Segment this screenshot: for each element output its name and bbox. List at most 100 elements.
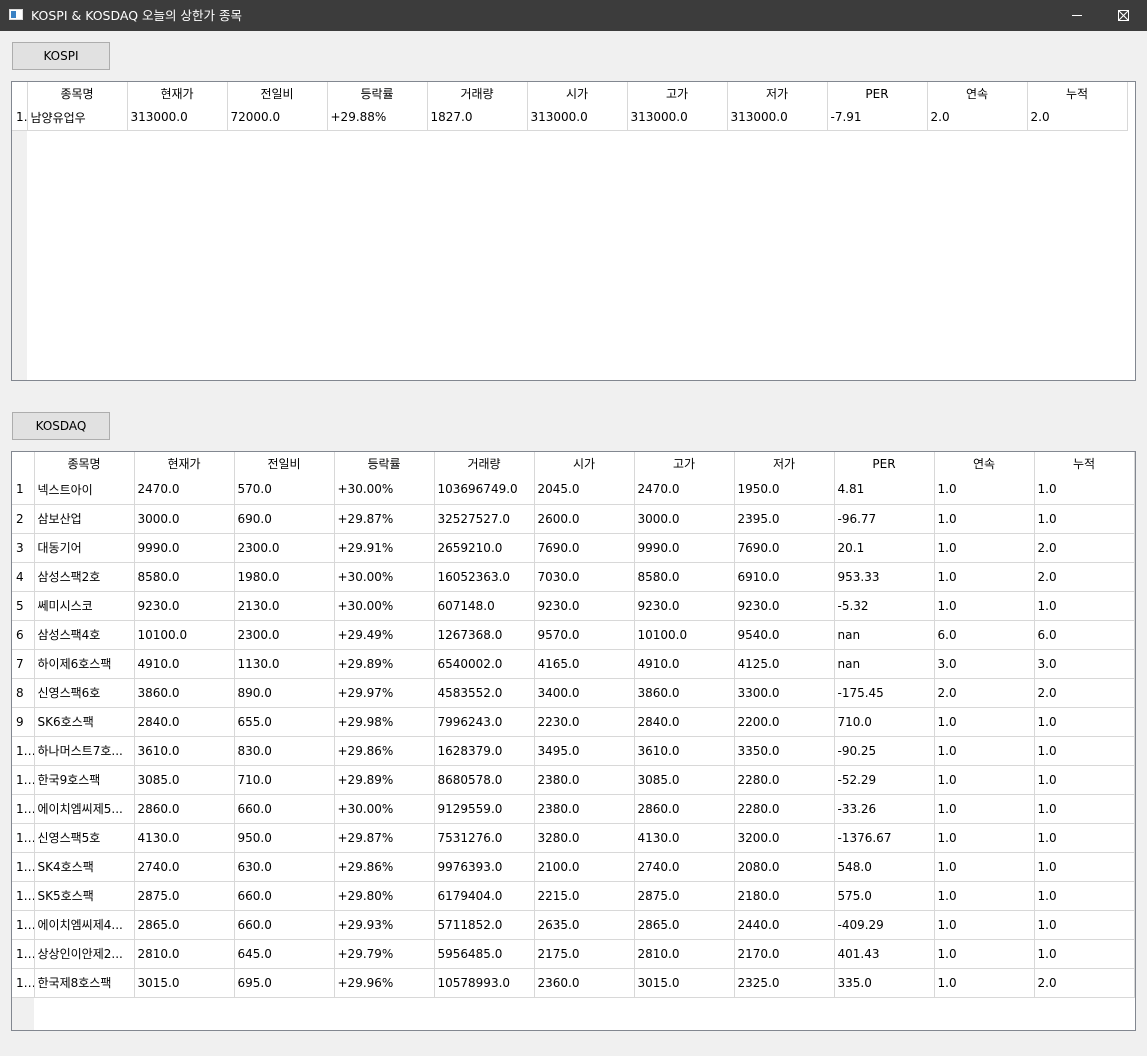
kosdaq-table-cell[interactable]: 3085.0 bbox=[134, 765, 235, 795]
kosdaq-table-cell[interactable]: 한국제8호스팩 bbox=[34, 968, 135, 998]
kosdaq-table-cell[interactable]: 10100.0 bbox=[134, 620, 235, 650]
kosdaq-column-header[interactable]: 전일비 bbox=[234, 452, 335, 475]
kospi-column-header[interactable]: 고가 bbox=[627, 82, 728, 105]
kosdaq-table-cell[interactable]: 1950.0 bbox=[734, 475, 835, 505]
kosdaq-table-cell[interactable]: 2170.0 bbox=[734, 939, 835, 969]
kosdaq-table-cell[interactable]: 3350.0 bbox=[734, 736, 835, 766]
kosdaq-table-cell[interactable]: 3200.0 bbox=[734, 823, 835, 853]
kosdaq-table-cell[interactable]: -96.77 bbox=[834, 504, 935, 534]
kosdaq-table-cell[interactable]: 4.81 bbox=[834, 475, 935, 505]
kosdaq-table-cell[interactable]: +29.91% bbox=[334, 533, 435, 563]
kosdaq-table-cell[interactable]: 2300.0 bbox=[234, 620, 335, 650]
kosdaq-table-cell[interactable]: nan bbox=[834, 649, 935, 679]
kosdaq-table-cell[interactable]: 401.43 bbox=[834, 939, 935, 969]
kosdaq-table-cell[interactable]: 2659210.0 bbox=[434, 533, 535, 563]
kospi-table-cell[interactable]: 313000.0 bbox=[627, 105, 728, 131]
kosdaq-table-cell[interactable]: -1376.67 bbox=[834, 823, 935, 853]
kosdaq-table-cell[interactable]: 575.0 bbox=[834, 881, 935, 911]
kosdaq-table-cell[interactable]: 1.0 bbox=[1034, 794, 1135, 824]
kosdaq-table-cell[interactable]: 1.0 bbox=[1034, 910, 1135, 940]
kosdaq-column-header[interactable]: 연속 bbox=[934, 452, 1035, 475]
kosdaq-column-header[interactable]: 시가 bbox=[534, 452, 635, 475]
kosdaq-table-cell[interactable]: 대동기어 bbox=[34, 533, 135, 563]
kosdaq-table-cell[interactable]: +30.00% bbox=[334, 794, 435, 824]
kosdaq-table-cell[interactable]: 3015.0 bbox=[634, 968, 735, 998]
kosdaq-table-cell[interactable]: 548.0 bbox=[834, 852, 935, 882]
kosdaq-table-cell[interactable]: 2280.0 bbox=[734, 794, 835, 824]
kosdaq-table-cell[interactable]: 2865.0 bbox=[134, 910, 235, 940]
kosdaq-table-cell[interactable]: 570.0 bbox=[234, 475, 335, 505]
kosdaq-table-cell[interactable]: -52.29 bbox=[834, 765, 935, 795]
kosdaq-table-row[interactable]: 6 삼성스팩4호 10100.0 2300.0 +29.49% 1267368.0 9570… bbox=[12, 620, 1135, 650]
kosdaq-table-cell[interactable]: SK5호스팩 bbox=[34, 881, 135, 911]
kosdaq-table-cell[interactable]: 2180.0 bbox=[734, 881, 835, 911]
kosdaq-table-cell[interactable]: 하나머스트7호... bbox=[34, 736, 135, 766]
kosdaq-table-cell[interactable]: 1.0 bbox=[934, 765, 1035, 795]
kosdaq-table-cell[interactable]: 2860.0 bbox=[634, 794, 735, 824]
kosdaq-table-cell[interactable]: 1.0 bbox=[934, 707, 1035, 737]
kosdaq-table-cell[interactable]: 9976393.0 bbox=[434, 852, 535, 882]
kosdaq-table-cell[interactable]: 2.0 bbox=[1034, 533, 1135, 563]
kosdaq-table-cell[interactable]: 2860.0 bbox=[134, 794, 235, 824]
kosdaq-table-cell[interactable]: -5.32 bbox=[834, 591, 935, 621]
kosdaq-table-cell[interactable]: 6910.0 bbox=[734, 562, 835, 592]
kosdaq-table-cell[interactable]: 1.0 bbox=[1034, 736, 1135, 766]
kosdaq-table-cell[interactable]: 2230.0 bbox=[534, 707, 635, 737]
kosdaq-table-row[interactable]: 10 하나머스트7호... 3610.0 830.0 +29.86% 1628379.0 3… bbox=[12, 736, 1135, 766]
kosdaq-table-cell[interactable]: 신영스팩5호 bbox=[34, 823, 135, 853]
kosdaq-table-cell[interactable]: 2175.0 bbox=[534, 939, 635, 969]
kosdaq-table-cell[interactable]: 2300.0 bbox=[234, 533, 335, 563]
kosdaq-table-cell[interactable]: 7531276.0 bbox=[434, 823, 535, 853]
kosdaq-table-cell[interactable]: +29.86% bbox=[334, 852, 435, 882]
kosdaq-table-cell[interactable]: 9230.0 bbox=[134, 591, 235, 621]
kosdaq-table-cell[interactable]: 4130.0 bbox=[134, 823, 235, 853]
kosdaq-table-cell[interactable]: 10100.0 bbox=[634, 620, 735, 650]
kosdaq-table-cell[interactable]: 5711852.0 bbox=[434, 910, 535, 940]
kosdaq-table-cell[interactable]: 6.0 bbox=[934, 620, 1035, 650]
kosdaq-table-cell[interactable]: 1.0 bbox=[1034, 591, 1135, 621]
kospi-column-header[interactable]: 시가 bbox=[527, 82, 628, 105]
kosdaq-table-cell[interactable]: 쎄미시스코 bbox=[34, 591, 135, 621]
kosdaq-table-cell[interactable]: 2100.0 bbox=[534, 852, 635, 882]
kosdaq-table-cell[interactable]: 3085.0 bbox=[634, 765, 735, 795]
kosdaq-table-cell[interactable]: 3280.0 bbox=[534, 823, 635, 853]
kosdaq-table-cell[interactable]: 9230.0 bbox=[634, 591, 735, 621]
kosdaq-table-cell[interactable]: 2.0 bbox=[1034, 678, 1135, 708]
kosdaq-table-cell[interactable]: nan bbox=[834, 620, 935, 650]
kosdaq-table-row[interactable]: 17 상상인이안제2... 2810.0 645.0 +29.79% 5956485.0 2… bbox=[12, 939, 1135, 969]
kosdaq-table-cell[interactable]: 1.0 bbox=[934, 852, 1035, 882]
kosdaq-table-cell[interactable]: +29.89% bbox=[334, 765, 435, 795]
kosdaq-table-cell[interactable]: 2395.0 bbox=[734, 504, 835, 534]
kosdaq-table-cell[interactable]: 2325.0 bbox=[734, 968, 835, 998]
kosdaq-table-cell[interactable]: 3860.0 bbox=[634, 678, 735, 708]
kosdaq-table-cell[interactable]: 9990.0 bbox=[134, 533, 235, 563]
kosdaq-table-cell[interactable]: 3000.0 bbox=[134, 504, 235, 534]
kospi-grid[interactable]: 종목명 현재가 전일비 등락률 거래량 시가 고가 저가 PER 연속 누적 1 남양유업우 31300… bbox=[12, 82, 1128, 131]
kosdaq-table-cell[interactable]: 607148.0 bbox=[434, 591, 535, 621]
kosdaq-table-cell[interactable]: 32527527.0 bbox=[434, 504, 535, 534]
kosdaq-table-cell[interactable]: 7030.0 bbox=[534, 562, 635, 592]
kosdaq-table-cell[interactable]: +29.80% bbox=[334, 881, 435, 911]
kospi-table-cell[interactable]: -7.91 bbox=[827, 105, 928, 131]
kosdaq-table-cell[interactable]: 2215.0 bbox=[534, 881, 635, 911]
kosdaq-table-cell[interactable]: 2470.0 bbox=[134, 475, 235, 505]
kosdaq-column-header[interactable]: 종목명 bbox=[34, 452, 135, 475]
kosdaq-table-cell[interactable]: 660.0 bbox=[234, 910, 335, 940]
kosdaq-table-cell[interactable]: +29.89% bbox=[334, 649, 435, 679]
kosdaq-table-cell[interactable]: -33.26 bbox=[834, 794, 935, 824]
kosdaq-table-cell[interactable]: 710.0 bbox=[234, 765, 335, 795]
kosdaq-table-row[interactable]: 7 하이제6호스팩 4910.0 1130.0 +29.89% 6540002.0 4165… bbox=[12, 649, 1135, 679]
kosdaq-table-cell[interactable]: +30.00% bbox=[334, 562, 435, 592]
kosdaq-table-cell[interactable]: 4583552.0 bbox=[434, 678, 535, 708]
kosdaq-table-cell[interactable]: 2360.0 bbox=[534, 968, 635, 998]
kosdaq-table-cell[interactable]: 1.0 bbox=[1034, 765, 1135, 795]
kosdaq-table-cell[interactable]: 2600.0 bbox=[534, 504, 635, 534]
kosdaq-table-cell[interactable]: 4125.0 bbox=[734, 649, 835, 679]
kosdaq-table-row[interactable]: 4 삼성스팩2호 8580.0 1980.0 +30.00% 16052363.0 7030… bbox=[12, 562, 1135, 592]
kosdaq-table-row[interactable]: 16 에이치엠씨제4... 2865.0 660.0 +29.93% 5711852.0 2… bbox=[12, 910, 1135, 940]
kosdaq-table-cell[interactable]: 8580.0 bbox=[634, 562, 735, 592]
kosdaq-table-cell[interactable]: 7690.0 bbox=[534, 533, 635, 563]
kosdaq-table-cell[interactable]: 660.0 bbox=[234, 794, 335, 824]
kosdaq-table-cell[interactable]: 3610.0 bbox=[134, 736, 235, 766]
kosdaq-table-cell[interactable]: 3015.0 bbox=[134, 968, 235, 998]
